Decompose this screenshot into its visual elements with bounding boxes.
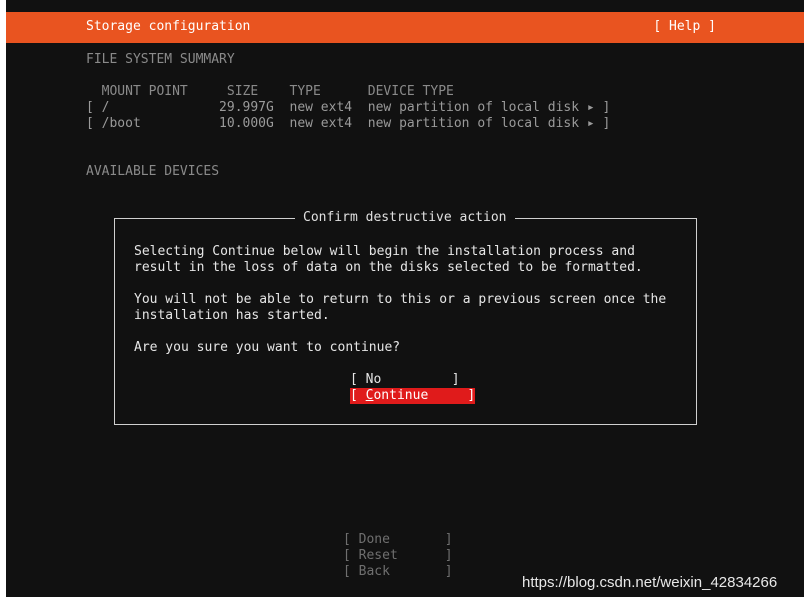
dialog-paragraph-1-line-2: result in the loss of data on the disks … xyxy=(134,260,643,275)
continue-button[interactable]: [ Continue ] xyxy=(350,388,476,404)
installer-screen: Storage configuration [ Help ] FILE SYST… xyxy=(6,0,804,597)
dialog-paragraph-2-line-1: You will not be able to return to this o… xyxy=(134,292,667,307)
page-title: Storage configuration xyxy=(86,19,251,34)
confirm-dialog: Confirm destructive action Selecting Con… xyxy=(114,210,697,425)
summary-column-headers: MOUNT POINT SIZE TYPE DEVICE TYPE xyxy=(86,84,454,99)
dialog-title: Confirm destructive action xyxy=(295,210,515,226)
file-system-summary-heading: FILE SYSTEM SUMMARY xyxy=(86,52,235,67)
continue-rest: ontinue ] xyxy=(373,388,476,403)
header-bar: Storage configuration [ Help ] xyxy=(6,12,804,43)
available-devices-heading: AVAILABLE DEVICES xyxy=(86,164,220,179)
dialog-paragraph-1-line-1: Selecting Continue below will begin the … xyxy=(134,244,635,259)
help-button[interactable]: [ Help ] xyxy=(653,19,716,34)
back-button[interactable]: [ Back ] xyxy=(343,564,453,580)
partition-row-root[interactable]: [ / 29.997G new ext4 new partition of lo… xyxy=(86,100,610,116)
watermark-text: https://blog.csdn.net/weixin_42834266 xyxy=(522,574,778,591)
dialog-paragraph-2-line-2: installation has started. xyxy=(134,308,330,323)
partition-row-boot[interactable]: [ /boot 10.000G new ext4 new partition o… xyxy=(86,116,610,132)
reset-button[interactable]: [ Reset ] xyxy=(343,548,453,564)
dialog-question: Are you sure you want to continue? xyxy=(134,340,401,355)
continue-prefix: [ xyxy=(350,388,366,403)
done-button[interactable]: [ Done ] xyxy=(343,532,453,548)
bottom-strip xyxy=(0,597,804,603)
no-button[interactable]: [ No ] xyxy=(350,372,460,388)
